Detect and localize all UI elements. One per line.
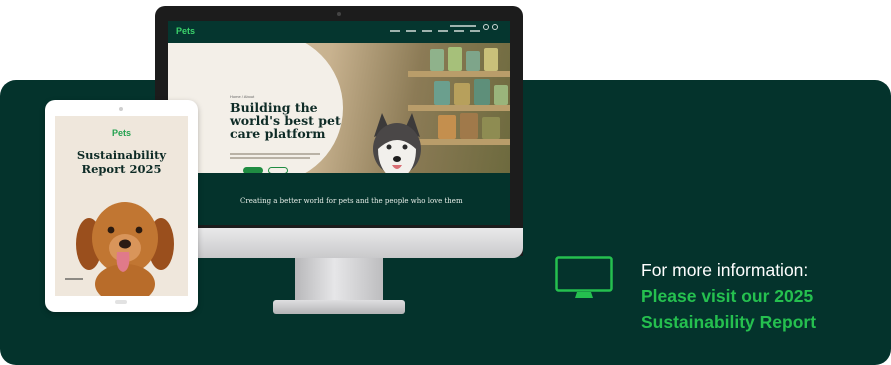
product-pack	[454, 83, 470, 105]
hero-title-line: care platform	[230, 126, 326, 141]
product-pack	[438, 115, 456, 139]
site-top-link	[450, 25, 476, 27]
product-pack	[484, 48, 498, 71]
site-nav-bar: Pets	[168, 21, 510, 43]
product-pack	[466, 51, 480, 71]
product-pack	[434, 81, 450, 105]
info-heading: For more information:	[641, 260, 809, 280]
product-pack	[460, 113, 478, 139]
site-nav-icons	[483, 24, 498, 30]
report-title-line: Report 2025	[81, 162, 162, 176]
site-subheading: Creating a better world for pets and the…	[240, 197, 463, 205]
report-title: Sustainability Report 2025	[55, 148, 188, 176]
product-pack	[494, 85, 508, 105]
report-title-line: Sustainability	[76, 148, 167, 162]
desktop-monitor-mockup: Pets Home / About Building the world's b…	[155, 6, 523, 318]
monitor-chin	[155, 228, 523, 258]
product-pack	[448, 47, 462, 71]
monitor-stand	[295, 258, 383, 302]
shelf	[408, 71, 510, 77]
tablet-camera	[119, 107, 123, 111]
product-pack	[430, 49, 444, 71]
site-nav-links	[390, 30, 480, 32]
site-hero: Home / About Building the world's best p…	[168, 43, 510, 173]
hero-secondary-button	[268, 167, 288, 173]
breadcrumb: Home / About	[230, 94, 255, 99]
report-logo: Pets	[111, 128, 131, 138]
site-logo: Pets	[176, 26, 196, 36]
product-pack	[482, 117, 500, 139]
report-link-line[interactable]: Please visit our 2025	[641, 283, 816, 309]
tablet-home-indicator	[115, 300, 127, 304]
monitor-icon	[555, 256, 613, 298]
hero-title: Building the world's best pet care platf…	[230, 101, 350, 140]
product-pack	[474, 79, 490, 105]
website-screenshot: Pets Home / About Building the world's b…	[168, 21, 510, 225]
husky-image	[373, 113, 421, 173]
hero-primary-button	[243, 167, 263, 173]
hero-body-text	[230, 153, 320, 155]
info-text: For more information: Please visit our 2…	[641, 257, 816, 335]
monitor-camera	[337, 12, 341, 16]
monitor-stand-base	[273, 300, 405, 314]
tablet-mockup: Pets Sustainability Report 2025	[45, 100, 198, 312]
puppy-image	[76, 202, 174, 296]
hero-body-text	[230, 157, 310, 159]
report-footer-mark	[65, 278, 83, 280]
report-cover: Pets Sustainability Report 2025	[55, 116, 188, 296]
report-link-line[interactable]: Sustainability Report	[641, 309, 816, 335]
